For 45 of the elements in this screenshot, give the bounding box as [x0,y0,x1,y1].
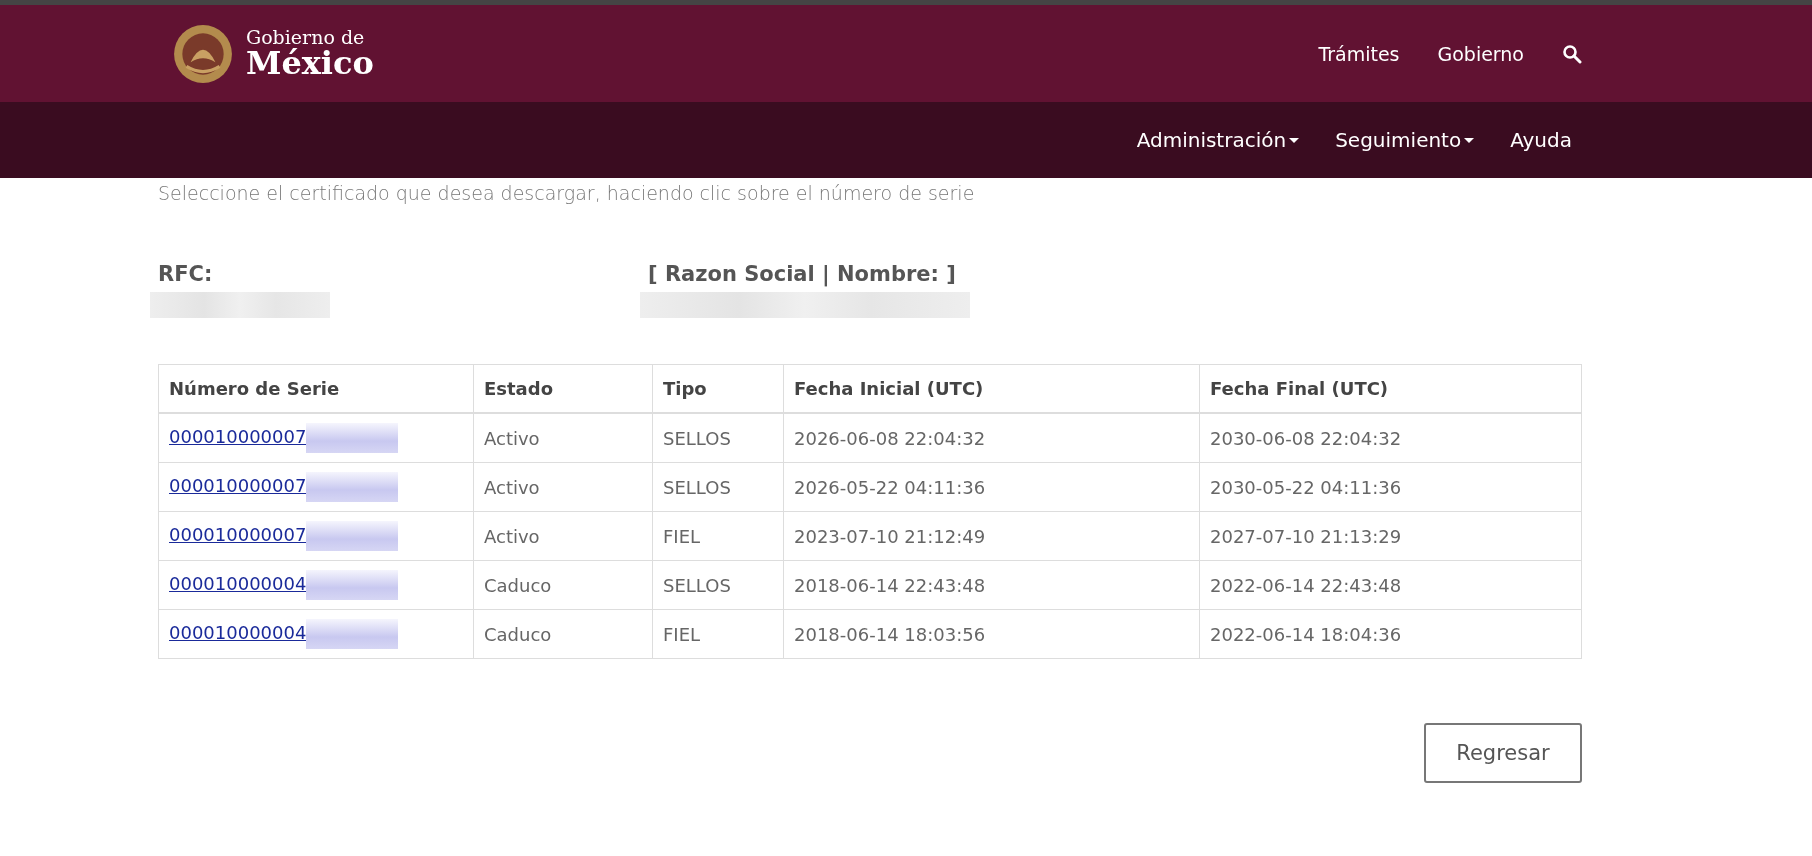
search-icon[interactable] [1562,43,1582,64]
logo-title: México [246,47,374,79]
table-cell: 2030-05-22 04:11:36 [1199,462,1582,512]
table-cell: FIEL [652,511,784,561]
table-cell: 2026-05-22 04:11:36 [783,462,1200,512]
column-header: Número de Serie [158,364,474,413]
table-cell: 2018-06-14 18:03:56 [783,609,1200,659]
table-cell: 2026-06-08 22:04:32 [783,413,1200,463]
table-cell: 2018-06-14 22:43:48 [783,560,1200,610]
instruction-text: Seleccione el certificado que desea descargar, haciendo clic sobre el número de serie [158,181,976,205]
table-cell: Caduco [473,560,653,610]
table-cell: FIEL [652,609,784,659]
table-cell: SELLOS [652,413,784,463]
table-cell: 2023-07-10 21:12:49 [783,511,1200,561]
table-cell: Activo [473,462,653,512]
table-cell: SELLOS [652,462,784,512]
field-label: [ Razon Social | Nombre: ] [648,262,957,286]
table-cell: 2027-07-10 21:13:29 [1199,511,1582,561]
table-cell: Caduco [473,609,653,659]
column-header: Estado [473,364,653,413]
table-cell: SELLOS [652,560,784,610]
table-cell: 2022-06-14 22:43:48 [1199,560,1582,610]
column-header: Tipo [652,364,784,413]
table-cell: 2022-06-14 18:04:36 [1199,609,1582,659]
serial-number-link[interactable]: 000010000007 [169,426,307,447]
column-header: Fecha Inicial (UTC) [783,364,1200,413]
serial-number-link[interactable]: 000010000004 [169,622,307,643]
nav-menu-item[interactable]: Seguimiento [1335,128,1475,152]
serial-number-link[interactable]: 000010000007 [169,475,307,496]
seal-icon [172,22,234,85]
header-link[interactable]: Gobierno [1437,42,1524,65]
logo-subtitle: Gobierno de [246,28,366,47]
table-cell: 2030-06-08 22:04:32 [1199,413,1582,463]
field-label: RFC: [158,262,214,286]
serial-number-link[interactable]: 000010000004 [169,573,307,594]
table-cell: Activo [473,413,653,463]
nav-menu-item[interactable]: Administración [1136,128,1300,152]
serial-number-link[interactable]: 000010000007 [169,524,307,545]
caret-icon [1289,137,1300,143]
table-cell: Activo [473,511,653,561]
header-link[interactable]: Trámites [1318,42,1400,65]
column-header: Fecha Final (UTC) [1199,364,1582,413]
nav-menu-item[interactable]: Ayuda [1510,128,1572,152]
caret-icon [1464,137,1475,143]
back-button[interactable]: Regresar [1424,723,1582,783]
